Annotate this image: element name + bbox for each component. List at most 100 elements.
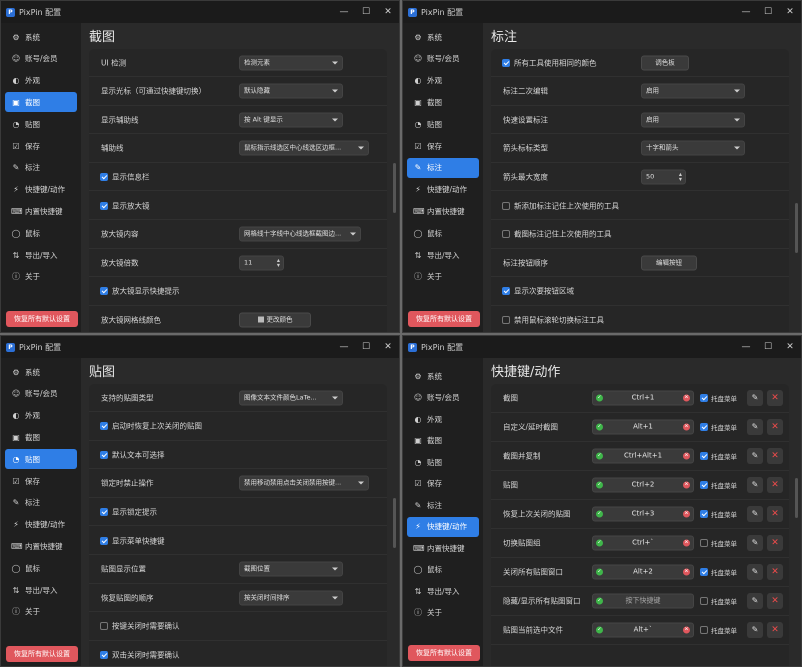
close-button[interactable]: ✕ — [377, 7, 399, 17]
setting-dropdown[interactable]: 鼠标指示线选区中心线选区边框... — [239, 140, 369, 156]
sidebar-item-hotkeys[interactable]: ⚡ 快捷键/动作 — [5, 515, 77, 535]
setting-checkbox[interactable] — [100, 201, 108, 210]
sidebar-item-hotkeys[interactable]: ⚡ 快捷键/动作 — [407, 516, 479, 537]
sidebar-item-pin[interactable]: ◔ 贴图 — [5, 449, 77, 470]
reset-defaults-button[interactable]: 恢复所有默认设置 — [408, 311, 480, 327]
sidebar-item-hotkeys[interactable]: ⚡ 快捷键/动作 — [5, 180, 77, 200]
tray-menu-checkbox[interactable] — [700, 626, 708, 634]
setting-checkbox[interactable] — [502, 230, 510, 239]
setting-dropdown[interactable]: 截图位置 — [239, 561, 343, 577]
edit-icon[interactable]: ✎ — [747, 622, 763, 638]
hotkey-input[interactable]: ✓ Ctrl+3 ✕ — [592, 506, 694, 522]
edit-icon[interactable]: ✎ — [747, 390, 763, 406]
tray-menu-checkbox[interactable] — [700, 568, 708, 576]
setting-checkbox[interactable] — [100, 650, 108, 659]
hotkey-input[interactable]: ✓ Ctrl+Alt+1 ✕ — [592, 448, 694, 464]
setting-button[interactable]: 更改颜色 — [239, 312, 311, 328]
sidebar-item-system[interactable]: ⚙ 系统 — [407, 366, 479, 386]
clear-hotkey-icon[interactable]: ✕ — [683, 481, 690, 489]
setting-dropdown[interactable]: 禁用移动禁用点击关闭禁用按键... — [239, 475, 369, 491]
maximize-button[interactable]: ☐ — [757, 7, 779, 17]
scrollbar[interactable] — [393, 498, 396, 548]
delete-icon[interactable]: ✕ — [767, 535, 783, 551]
sidebar-item-account[interactable]: ☺ 账号/会员 — [407, 388, 479, 408]
clear-hotkey-icon[interactable]: ✕ — [683, 510, 690, 518]
clear-hotkey-icon[interactable]: ✕ — [683, 568, 690, 576]
sidebar-item-import-export[interactable]: ⇅ 导出/导入 — [5, 245, 77, 265]
number-input[interactable]: 11 ▲ ▼ — [239, 255, 284, 271]
sidebar-item-builtin-hotkeys[interactable]: ⌨ 内置快捷键 — [407, 201, 479, 221]
setting-dropdown[interactable]: 启用 — [641, 83, 745, 99]
sidebar-item-mouse[interactable]: ◯ 鼠标 — [407, 560, 479, 580]
sidebar-item-account[interactable]: ☺ 账号/会员 — [5, 384, 77, 404]
sidebar-item-appearance[interactable]: ◐ 外观 — [5, 406, 77, 426]
sidebar-item-appearance[interactable]: ◐ 外观 — [407, 71, 479, 91]
delete-icon[interactable]: ✕ — [767, 593, 783, 609]
hotkey-input[interactable]: ✓ Ctrl+1 ✕ — [592, 390, 694, 406]
sidebar-item-mouse[interactable]: ◯ 鼠标 — [5, 558, 77, 578]
minimize-button[interactable]: — — [735, 342, 757, 352]
sidebar-item-pin[interactable]: ◔ 贴图 — [407, 114, 479, 134]
tray-menu-checkbox[interactable] — [700, 539, 708, 547]
hotkey-input[interactable]: ✓ Alt+` ✕ — [592, 622, 694, 638]
minimize-button[interactable]: — — [333, 7, 355, 17]
sidebar-item-builtin-hotkeys[interactable]: ⌨ 内置快捷键 — [5, 201, 77, 221]
stepper-arrows-icon[interactable]: ▲ ▼ — [277, 257, 280, 267]
setting-checkbox[interactable] — [100, 622, 108, 631]
setting-checkbox[interactable] — [100, 422, 108, 431]
sidebar-item-mouse[interactable]: ◯ 鼠标 — [407, 223, 479, 243]
setting-dropdown[interactable]: 按 Alt 键显示 — [239, 112, 343, 128]
sidebar-item-account[interactable]: ☺ 账号/会员 — [407, 49, 479, 69]
scrollbar[interactable] — [393, 163, 396, 213]
setting-button[interactable]: 编辑按钮 — [641, 255, 697, 271]
reset-defaults-button[interactable]: 恢复所有默认设置 — [6, 646, 78, 662]
sidebar-item-about[interactable]: ⓘ 关于 — [407, 603, 479, 623]
setting-dropdown[interactable]: 启用 — [641, 112, 745, 128]
sidebar-item-about[interactable]: ⓘ 关于 — [407, 267, 479, 287]
hotkey-input[interactable]: ✓ 按下快捷键 — [592, 593, 694, 609]
setting-checkbox[interactable] — [502, 58, 510, 67]
sidebar-item-save[interactable]: ☑ 保存 — [407, 474, 479, 494]
sidebar-item-mouse[interactable]: ◯ 鼠标 — [5, 223, 77, 243]
sidebar-item-import-export[interactable]: ⇅ 导出/导入 — [407, 245, 479, 265]
edit-icon[interactable]: ✎ — [747, 535, 763, 551]
close-button[interactable]: ✕ — [779, 342, 801, 352]
sidebar-item-annotate[interactable]: ✎ 标注 — [407, 495, 479, 515]
reset-defaults-button[interactable]: 恢复所有默认设置 — [408, 645, 480, 661]
sidebar-item-about[interactable]: ⓘ 关于 — [5, 267, 77, 287]
sidebar-item-builtin-hotkeys[interactable]: ⌨ 内置快捷键 — [407, 538, 479, 558]
setting-checkbox[interactable] — [100, 172, 108, 181]
sidebar-item-screenshot[interactable]: ▣ 截图 — [407, 431, 479, 451]
minimize-button[interactable]: — — [735, 7, 757, 17]
setting-checkbox[interactable] — [502, 287, 510, 296]
edit-icon[interactable]: ✎ — [747, 506, 763, 522]
sidebar-item-appearance[interactable]: ◐ 外观 — [5, 71, 77, 91]
sidebar-item-pin[interactable]: ◔ 贴图 — [5, 114, 77, 134]
sidebar-item-about[interactable]: ⓘ 关于 — [5, 602, 77, 622]
delete-icon[interactable]: ✕ — [767, 564, 783, 580]
edit-icon[interactable]: ✎ — [747, 477, 763, 493]
sidebar-item-save[interactable]: ☑ 保存 — [5, 471, 77, 491]
sidebar-item-save[interactable]: ☑ 保存 — [407, 136, 479, 156]
hotkey-input[interactable]: ✓ Ctrl+2 ✕ — [592, 477, 694, 493]
sidebar-item-annotate[interactable]: ✎ 标注 — [5, 493, 77, 513]
sidebar-item-appearance[interactable]: ◐ 外观 — [407, 409, 479, 429]
sidebar-item-annotate[interactable]: ✎ 标注 — [407, 157, 479, 178]
setting-checkbox[interactable] — [100, 507, 108, 516]
clear-hotkey-icon[interactable]: ✕ — [683, 539, 690, 547]
setting-checkbox[interactable] — [502, 315, 510, 324]
sidebar-item-system[interactable]: ⚙ 系统 — [5, 362, 77, 382]
sidebar-item-account[interactable]: ☺ 账号/会员 — [5, 49, 77, 69]
delete-icon[interactable]: ✕ — [767, 390, 783, 406]
hotkey-input[interactable]: ✓ Alt+1 ✕ — [592, 419, 694, 435]
delete-icon[interactable]: ✕ — [767, 622, 783, 638]
setting-dropdown[interactable]: 网格线十字线中心线选框截图边... — [239, 226, 361, 242]
close-button[interactable]: ✕ — [377, 342, 399, 352]
clear-hotkey-icon[interactable]: ✕ — [683, 423, 690, 431]
setting-checkbox[interactable] — [502, 201, 510, 210]
sidebar-item-screenshot[interactable]: ▣ 截图 — [407, 92, 479, 112]
sidebar-item-system[interactable]: ⚙ 系统 — [5, 27, 77, 47]
sidebar-item-hotkeys[interactable]: ⚡ 快捷键/动作 — [407, 180, 479, 200]
sidebar-item-annotate[interactable]: ✎ 标注 — [5, 158, 77, 178]
reset-defaults-button[interactable]: 恢复所有默认设置 — [6, 311, 78, 327]
